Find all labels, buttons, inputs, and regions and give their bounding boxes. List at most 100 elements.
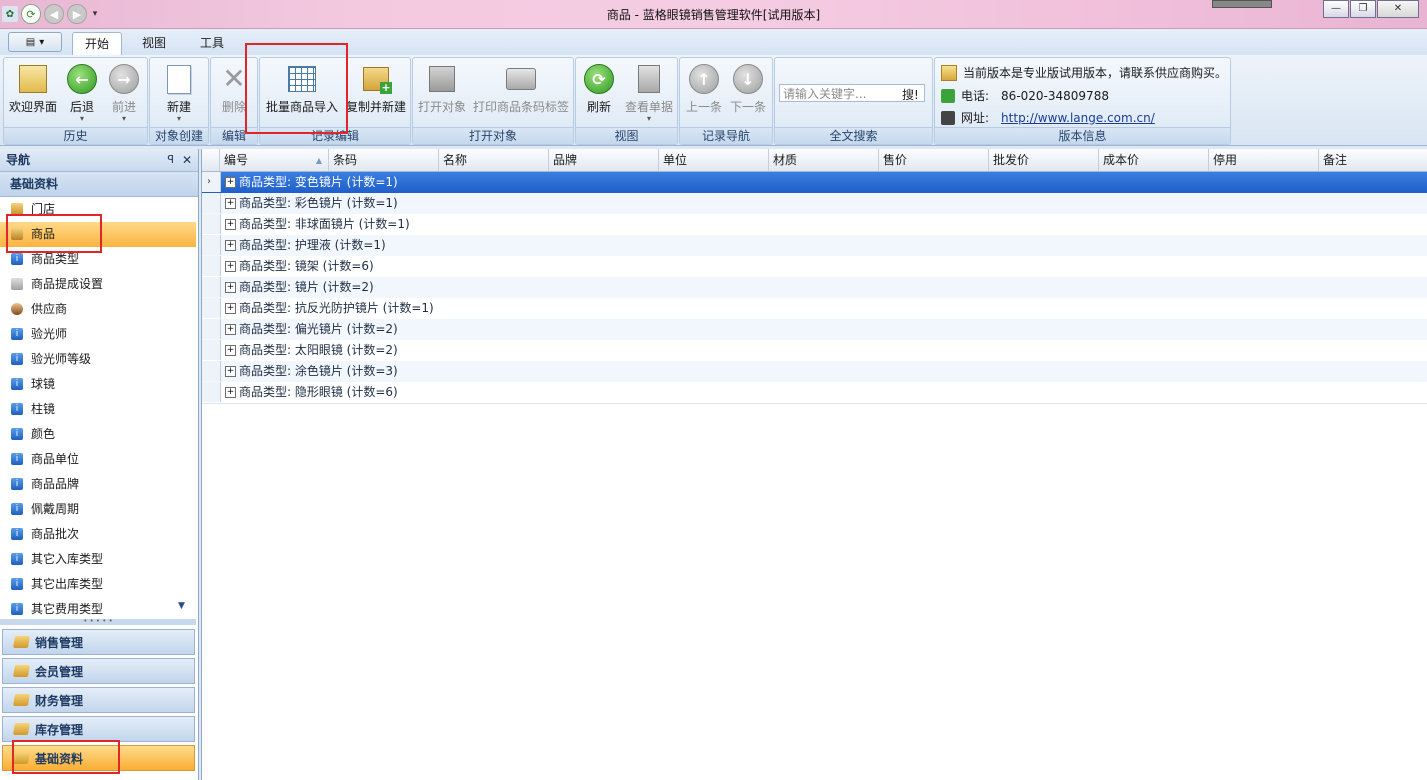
- view-doc-dropdown-icon[interactable]: ▾: [622, 115, 676, 123]
- batch-import-button[interactable]: 批量商品导入: [262, 62, 342, 124]
- refresh-label: 刷新: [586, 100, 611, 114]
- print-barcode-button[interactable]: 打印商品条码标签: [471, 62, 571, 124]
- group-row[interactable]: + 商品类型: 太阳眼镜 (计数=2): [202, 340, 1427, 362]
- col-header-unit[interactable]: 单位: [659, 149, 769, 171]
- refresh-button[interactable]: ⟳ 刷新: [578, 62, 620, 124]
- nav-item-label: 商品单位: [31, 452, 80, 466]
- nav-item-commission[interactable]: 商品提成设置: [0, 272, 196, 297]
- pane-members[interactable]: 会员管理: [2, 658, 195, 684]
- view-doc-button[interactable]: 查看单据 ▾: [622, 62, 676, 124]
- product-box-icon: [11, 228, 23, 240]
- nav-item-sphere[interactable]: i 球镜: [0, 372, 196, 397]
- window-controls: — ❐ ✕: [1323, 0, 1419, 18]
- nav-splitter[interactable]: • • • • •: [0, 618, 196, 625]
- copy-new-icon: +: [361, 64, 392, 94]
- nav-item-unit[interactable]: i 商品单位: [0, 447, 196, 472]
- nav-header: 导航 ꟼ ✕: [0, 149, 198, 172]
- group-row[interactable]: + 商品类型: 镜片 (计数=2): [202, 277, 1427, 299]
- col-header-barcode[interactable]: 条码: [329, 149, 439, 171]
- col-header-label: 编号: [224, 153, 249, 167]
- close-button[interactable]: ✕: [1377, 0, 1419, 18]
- minimize-button[interactable]: —: [1323, 0, 1349, 18]
- search-button[interactable]: 搜!: [902, 86, 919, 103]
- next-record-button[interactable]: ↓ 下一条: [726, 62, 770, 124]
- col-header-price[interactable]: 售价: [879, 149, 989, 171]
- col-header-material[interactable]: 材质: [769, 149, 879, 171]
- col-header-cost[interactable]: 成本价: [1099, 149, 1209, 171]
- nav-item-wear-cycle[interactable]: i 佩戴周期: [0, 497, 196, 522]
- nav-item-optometrist[interactable]: i 验光师: [0, 322, 196, 347]
- nav-item-color[interactable]: i 颜色: [0, 422, 196, 447]
- expand-icon[interactable]: +: [225, 219, 236, 230]
- group-row[interactable]: + 商品类型: 隐形眼镜 (计数=6): [202, 382, 1427, 404]
- col-header-disabled[interactable]: 停用: [1209, 149, 1319, 171]
- clipboard-icon: [634, 64, 664, 94]
- site-link[interactable]: http://www.lange.com.cn/: [1001, 111, 1155, 125]
- expand-icon[interactable]: +: [225, 366, 236, 377]
- back-arrow-icon: ←: [67, 64, 97, 94]
- col-header-remark[interactable]: 备注: [1319, 149, 1427, 171]
- nav-close-icon[interactable]: ✕: [182, 149, 192, 171]
- tab-start[interactable]: 开始: [72, 32, 122, 55]
- nav-item-brand[interactable]: i 商品品牌: [0, 472, 196, 497]
- col-header-name[interactable]: 名称: [439, 149, 549, 171]
- restore-button[interactable]: ❐: [1350, 0, 1376, 18]
- back-button[interactable]: ← 后退 ▾: [62, 62, 102, 124]
- group-row-label: 商品类型: 非球面镜片 (计数=1): [239, 217, 410, 231]
- expand-icon[interactable]: +: [225, 303, 236, 314]
- col-header-wholesale[interactable]: 批发价: [989, 149, 1099, 171]
- group-row[interactable]: + 商品类型: 镜架 (计数=6): [202, 256, 1427, 278]
- expand-icon[interactable]: +: [225, 387, 236, 398]
- nav-item-supplier[interactable]: 供应商: [0, 297, 196, 322]
- pane-label: 会员管理: [35, 665, 84, 679]
- expand-icon[interactable]: +: [225, 282, 236, 293]
- pane-sales[interactable]: 销售管理: [2, 629, 195, 655]
- open-object-button[interactable]: 打开对象: [415, 62, 469, 124]
- group-row[interactable]: + 商品类型: 涂色镜片 (计数=3): [202, 361, 1427, 383]
- delete-button[interactable]: ✕ 删除: [213, 62, 255, 124]
- new-button[interactable]: 新建 ▾: [152, 62, 206, 124]
- home-icon: [941, 110, 955, 125]
- forward-button[interactable]: → 前进 ▾: [104, 62, 144, 124]
- new-dropdown-icon[interactable]: ▾: [152, 115, 206, 123]
- group-row[interactable]: › + 商品类型: 变色镜片 (计数=1): [202, 172, 1427, 194]
- pane-finance[interactable]: 财务管理: [2, 687, 195, 713]
- pane-inventory[interactable]: 库存管理: [2, 716, 195, 742]
- ribbon: 欢迎界面 ← 后退 ▾ → 前进 ▾ 历史 新建 ▾ 对象创建 ✕ 删除 编辑: [0, 55, 1427, 146]
- col-header-code[interactable]: 编号 ▲: [220, 149, 329, 171]
- expand-icon[interactable]: +: [225, 177, 236, 188]
- expand-icon[interactable]: +: [225, 261, 236, 272]
- group-row[interactable]: + 商品类型: 护理液 (计数=1): [202, 235, 1427, 257]
- info-icon: i: [11, 428, 23, 440]
- group-row[interactable]: + 商品类型: 彩色镜片 (计数=1): [202, 193, 1427, 215]
- nav-item-store[interactable]: 门店: [0, 197, 196, 222]
- nav-scroll-down-icon[interactable]: ▼: [178, 601, 185, 611]
- nav-item-optometrist-level[interactable]: i 验光师等级: [0, 347, 196, 372]
- expand-icon[interactable]: +: [225, 345, 236, 356]
- group-row[interactable]: + 商品类型: 偏光镜片 (计数=2): [202, 319, 1427, 341]
- expand-icon[interactable]: +: [225, 240, 236, 251]
- expand-icon[interactable]: +: [225, 324, 236, 335]
- copy-new-button[interactable]: + 复制并新建: [344, 62, 408, 124]
- nav-item-product[interactable]: 商品: [0, 222, 196, 247]
- tab-tools[interactable]: 工具: [188, 32, 236, 54]
- pin-icon[interactable]: ꟼ: [167, 149, 174, 171]
- tab-view[interactable]: 视图: [130, 32, 178, 54]
- welcome-button[interactable]: 欢迎界面: [6, 62, 60, 124]
- nav-item-other-in[interactable]: i 其它入库类型: [0, 547, 196, 572]
- prev-record-button[interactable]: ↑ 上一条: [682, 62, 726, 124]
- group-label-open: 打开对象: [413, 127, 573, 144]
- pane-basic-data[interactable]: 基础资料: [2, 745, 195, 771]
- forward-dropdown-icon[interactable]: ▾: [104, 115, 144, 123]
- nav-item-other-out[interactable]: i 其它出库类型: [0, 572, 196, 597]
- expand-icon[interactable]: +: [225, 198, 236, 209]
- group-row[interactable]: + 商品类型: 抗反光防护镜片 (计数=1): [202, 298, 1427, 320]
- nav-item-product-type[interactable]: i 商品类型: [0, 247, 196, 272]
- col-header-brand[interactable]: 品牌: [549, 149, 659, 171]
- back-dropdown-icon[interactable]: ▾: [62, 115, 102, 123]
- group-row-label: 商品类型: 隐形眼镜 (计数=6): [239, 385, 398, 399]
- nav-item-cylinder[interactable]: i 柱镜: [0, 397, 196, 422]
- app-menu-button[interactable]: ▤ ▾: [8, 32, 62, 52]
- group-row[interactable]: + 商品类型: 非球面镜片 (计数=1): [202, 214, 1427, 236]
- nav-item-batch[interactable]: i 商品批次: [0, 522, 196, 547]
